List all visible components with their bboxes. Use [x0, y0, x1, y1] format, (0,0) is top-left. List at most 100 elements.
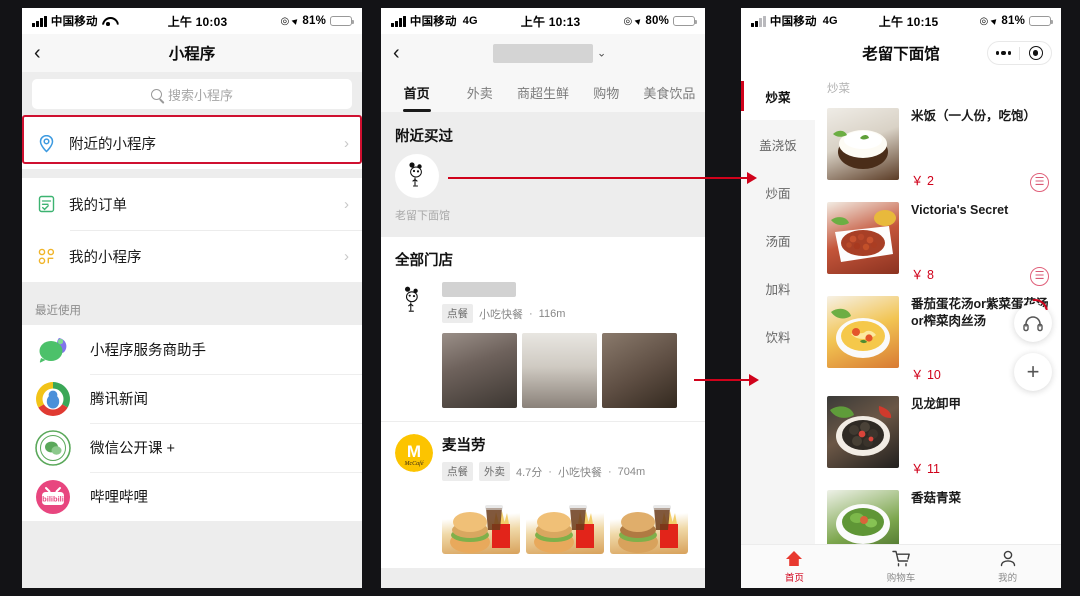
- dish-image-peanuts[interactable]: [827, 202, 899, 274]
- promo-photo[interactable]: [610, 492, 688, 554]
- plus-icon: +: [1026, 359, 1040, 384]
- wifi-icon: [102, 16, 115, 26]
- menu-item-my-orders[interactable]: 我的订单 ›: [22, 178, 362, 230]
- dish-image-rice[interactable]: [827, 108, 899, 180]
- tab-mine[interactable]: 我的: [954, 549, 1061, 584]
- dish-row[interactable]: 香菇青菜: [815, 481, 1061, 544]
- dish-row[interactable]: Victoria's Secret ￥ 8 ☰: [815, 193, 1061, 287]
- status-bar-right-group: ◎ 80% ⚡: [623, 15, 698, 27]
- store-photo[interactable]: [442, 333, 517, 408]
- annotation-arrow-1: [448, 177, 748, 180]
- nearby-bought-avatar[interactable]: [395, 154, 439, 198]
- tab-supermarket[interactable]: 商超生鲜: [511, 83, 574, 102]
- promo-photo[interactable]: [442, 492, 520, 554]
- all-stores-header: 全部门店: [395, 253, 453, 269]
- sidebar-item-gaijiaofan[interactable]: 盖浇饭: [741, 120, 815, 168]
- alarm-icon: ◎: [979, 15, 989, 27]
- dish-info: Victoria's Secret ￥ 8 ☰: [911, 202, 1049, 287]
- sidebar-item-chaocai[interactable]: 炒菜: [741, 72, 815, 120]
- order-list-icon: [35, 195, 57, 213]
- battery-percent: 80%: [645, 15, 669, 27]
- status-time: 上午 10:15: [878, 14, 939, 29]
- tab-cart[interactable]: 购物车: [848, 549, 955, 584]
- dish-price: ￥ 2: [911, 174, 934, 188]
- store-list-item[interactable]: 点餐 小吃快餐 · 116m: [395, 282, 691, 323]
- sidebar-item-jialiao[interactable]: 加料: [741, 264, 815, 312]
- store-category: 小吃快餐: [557, 466, 602, 479]
- dish-row[interactable]: 米饭（一人份，吃饱） ￥ 2 ☰: [815, 99, 1061, 193]
- status-bar-left-group: 中国移动 4G: [751, 13, 838, 29]
- dish-info: 香菇青菜: [911, 490, 1049, 544]
- list-item[interactable]: 微信公开课 +: [22, 423, 362, 472]
- chevron-right-icon: ›: [344, 247, 349, 265]
- sidebar-item-yinliao[interactable]: 饮料: [741, 312, 815, 360]
- list-item-label: 微信公开课 +: [90, 441, 175, 457]
- tab-takeout[interactable]: 外卖: [448, 83, 511, 102]
- back-button[interactable]: ‹: [393, 43, 413, 63]
- sidebar-item-tangmian[interactable]: 汤面: [741, 216, 815, 264]
- add-to-cart-button[interactable]: ☰: [1030, 267, 1049, 286]
- menu-group-nearby: 附近的小程序 ›: [22, 117, 362, 169]
- more-dots-icon[interactable]: [988, 50, 1019, 56]
- person-icon: [954, 549, 1061, 568]
- store-tag: 外卖: [479, 462, 510, 481]
- leaf-chat-icon: [35, 332, 71, 368]
- tab-label: 首页: [784, 573, 804, 584]
- dish-row[interactable]: 见龙卸甲 ￥ 11: [815, 387, 1061, 481]
- add-to-cart-button[interactable]: ☰: [1030, 173, 1049, 192]
- search-input[interactable]: 搜索小程序: [32, 79, 352, 109]
- menu-item-my-mini-programs[interactable]: 我的小程序 ›: [22, 230, 362, 282]
- nearby-bought-item[interactable]: 老留下面馆: [381, 154, 705, 223]
- status-bar-right-group: ◎ 81% ⚡: [979, 15, 1054, 27]
- list-item[interactable]: 腾讯新闻: [22, 374, 362, 423]
- list-item[interactable]: 小程序服务商助手: [22, 325, 362, 374]
- tab-food-drink[interactable]: 美食饮品: [638, 83, 701, 102]
- battery-charging-icon: ⚡: [673, 15, 698, 27]
- network-label: 4G: [822, 15, 838, 27]
- store-promo-row[interactable]: [442, 492, 691, 554]
- tab-home[interactable]: 首页: [741, 549, 848, 584]
- menu-item-label: 我的订单: [69, 197, 127, 214]
- recent-apps-list: 小程序服务商助手 腾讯新闻 微信公开课 + bilibili 哔哩哔哩: [22, 325, 362, 521]
- list-item-label: 小程序服务商助手: [90, 343, 206, 359]
- tab-shopping[interactable]: 购物: [575, 83, 638, 102]
- nav-bar-left: ‹ 小程序: [22, 34, 362, 72]
- grid-apps-icon: [35, 248, 57, 265]
- status-time: 上午 10:03: [167, 14, 228, 29]
- recent-section-header: 最近使用: [22, 291, 362, 325]
- panda-logo-icon: [409, 162, 422, 187]
- dish-image-clams[interactable]: [827, 396, 899, 468]
- status-bar-left-group: 中国移动 4G: [391, 13, 478, 29]
- promo-photo[interactable]: [526, 492, 604, 554]
- alarm-icon: ◎: [280, 15, 290, 27]
- mini-program-capsule: [987, 41, 1052, 65]
- annotation-arrow-2: [694, 379, 750, 382]
- tab-home[interactable]: 首页: [385, 83, 448, 102]
- store-photo[interactable]: [602, 333, 677, 408]
- add-button[interactable]: +: [1014, 293, 1054, 391]
- meta-dot: ·: [548, 465, 552, 478]
- dish-image-mushroom-greens[interactable]: [827, 490, 899, 544]
- store-photo[interactable]: [522, 333, 597, 408]
- menu-item-nearby-mini-programs[interactable]: 附近的小程序 ›: [22, 117, 362, 169]
- wechat-open-class-icon: [35, 429, 71, 466]
- dish-image-soup[interactable]: [827, 296, 899, 368]
- chevron-down-icon[interactable]: ⌄: [597, 47, 606, 60]
- network-label: 4G: [462, 15, 478, 27]
- back-button[interactable]: ‹: [34, 43, 54, 63]
- menu-item-label: 附近的小程序: [69, 136, 156, 153]
- carrier-label: 中国移动: [50, 16, 98, 28]
- store-list-item[interactable]: M McCafé 麦当劳 点餐 外卖 4.7分 · 小吃快餐 · 704m: [395, 434, 691, 481]
- status-bar-right: 中国移动 4G 上午 10:15 ◎ 81% ⚡: [741, 8, 1061, 34]
- chevron-right-icon: ›: [344, 195, 349, 213]
- dish-info: 见龙卸甲 ￥ 11: [911, 396, 1049, 481]
- store-photos-row[interactable]: [442, 333, 691, 408]
- target-circle-icon[interactable]: [1020, 46, 1051, 60]
- list-item[interactable]: bilibili 哔哩哔哩: [22, 472, 362, 521]
- svg-text:McCafé: McCafé: [404, 460, 424, 467]
- store-tag: 点餐: [442, 462, 473, 481]
- page-title: 小程序: [168, 46, 216, 63]
- meta-dot: ·: [529, 307, 533, 320]
- store-meta: 点餐 小吃快餐 · 116m: [442, 304, 691, 323]
- left-panel-body: 搜索小程序 附近的小程序 › 我的订单 › 我的小程序 › 最近使用 小程序服务…: [22, 72, 362, 588]
